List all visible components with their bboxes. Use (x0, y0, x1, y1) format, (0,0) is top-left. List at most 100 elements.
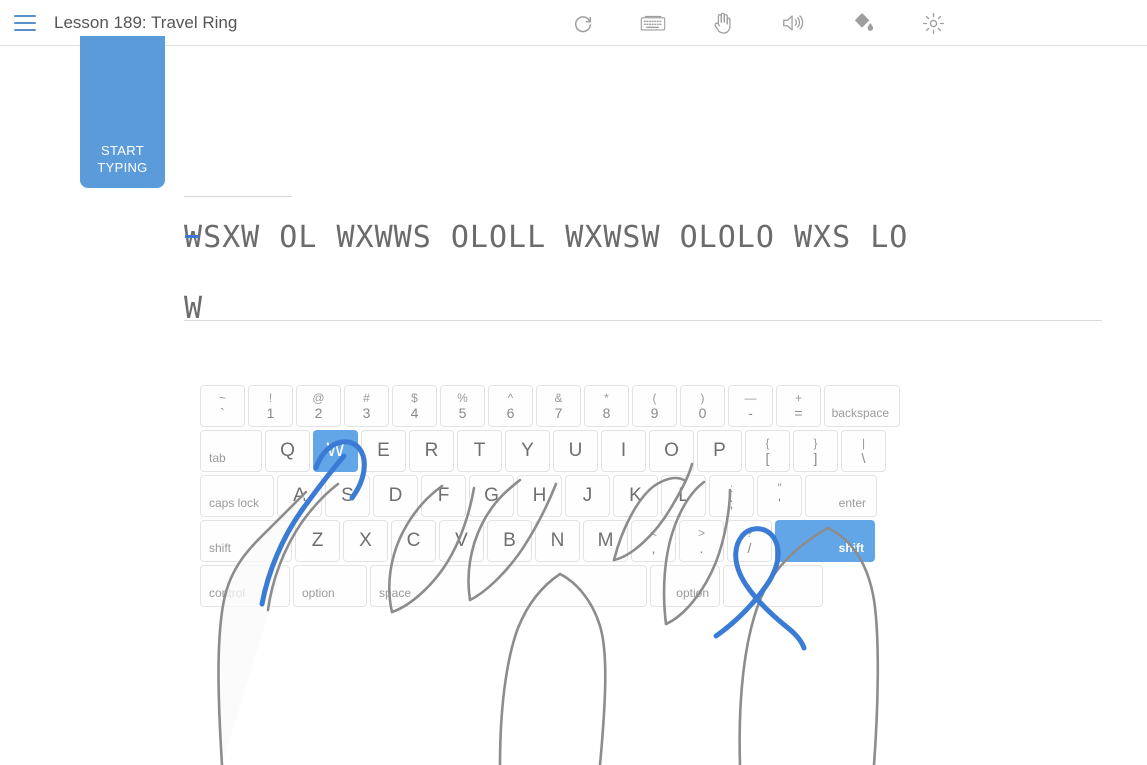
key-backspace[interactable]: backspace (824, 385, 900, 427)
key-y[interactable]: Y (505, 430, 550, 472)
key-label: Y (521, 440, 534, 461)
key-;[interactable]: :; (709, 475, 754, 517)
key-s[interactable]: S (325, 475, 370, 517)
key-v[interactable]: V (439, 520, 484, 562)
key-label: shift (209, 541, 232, 555)
key-1[interactable]: ! 1 (248, 385, 293, 427)
key-shift-label: + (794, 391, 802, 405)
key-o[interactable]: O (649, 430, 694, 472)
gear-icon[interactable] (898, 0, 968, 46)
key-r[interactable]: R (409, 430, 454, 472)
key-shift[interactable]: shift (775, 520, 875, 562)
key-u[interactable]: U (553, 430, 598, 472)
key-shift-label: & (554, 391, 563, 405)
key-b[interactable]: B (487, 520, 532, 562)
key-g[interactable]: G (469, 475, 514, 517)
key-label: D (388, 485, 403, 506)
key-label: U (568, 440, 583, 461)
key-enter[interactable]: enter (805, 475, 877, 517)
key-base-label: ; (729, 495, 734, 511)
key-base-label: [ (765, 450, 770, 466)
modifier-row: control option space option (200, 565, 858, 607)
key-tab[interactable]: tab (200, 430, 262, 472)
key-l[interactable]: L (661, 475, 706, 517)
key-j[interactable]: J (565, 475, 610, 517)
key-option[interactable]: option (293, 565, 367, 607)
key-c[interactable]: C (391, 520, 436, 562)
text-top-divider (184, 196, 292, 197)
key-\[interactable]: | \ (841, 430, 886, 472)
virtual-keyboard[interactable]: ~ `! 1 @2 #3 $4% 5 ^ 6 & 7 * 8(9) 0— - + = backspace tab Q W… (200, 385, 900, 610)
key-caps-lock[interactable]: caps lock (200, 475, 274, 517)
key-label: X (359, 530, 372, 551)
key-shift-label: ~ (218, 391, 226, 405)
key-3[interactable]: #3 (344, 385, 389, 427)
key-shift-label: — (744, 391, 757, 405)
key-base-label: 5 (458, 405, 467, 421)
key-f[interactable]: F (421, 475, 466, 517)
key-2[interactable]: @2 (296, 385, 341, 427)
key-5[interactable]: % 5 (440, 385, 485, 427)
key-9[interactable]: (9 (632, 385, 677, 427)
key-label: R (424, 440, 439, 461)
key-a[interactable]: A (277, 475, 322, 517)
key-e[interactable]: E (361, 430, 406, 472)
key-0[interactable]: ) 0 (680, 385, 725, 427)
key-h[interactable]: H (517, 475, 562, 517)
hand-icon[interactable] (688, 0, 758, 46)
key-][interactable]: }] (793, 430, 838, 472)
key-label: Q (280, 440, 295, 461)
hamburger-bar (14, 21, 36, 24)
hamburger-icon[interactable] (14, 14, 36, 31)
key-=[interactable]: + = (776, 385, 821, 427)
key-x[interactable]: X (343, 520, 388, 562)
key-.[interactable]: >. (679, 520, 724, 562)
key-q[interactable]: Q (265, 430, 310, 472)
key-4[interactable]: $4 (392, 385, 437, 427)
key-shift[interactable]: shift (200, 520, 292, 562)
key--[interactable]: — - (728, 385, 773, 427)
app-header: Lesson 189: Travel Ring (0, 0, 1147, 46)
key-8[interactable]: * 8 (584, 385, 629, 427)
text-bottom-divider (184, 320, 1102, 321)
key-k[interactable]: K (613, 475, 658, 517)
key-'[interactable]: " ' (757, 475, 802, 517)
key-blank[interactable] (723, 565, 823, 607)
key-d[interactable]: D (373, 475, 418, 517)
key-base-label: ` (220, 405, 225, 421)
toolbar (548, 0, 968, 46)
key-option[interactable]: option (650, 565, 720, 607)
lesson-text-area[interactable]: WSXW OL WXWWS OLOLL WXWSW OLOLO WXS LO W (184, 196, 1102, 344)
paint-bucket-icon[interactable] (828, 0, 898, 46)
key-6[interactable]: ^ 6 (488, 385, 533, 427)
key-base-label: \ (861, 450, 866, 466)
key-base-label: 9 (650, 405, 659, 421)
key-[[interactable]: {[ (745, 430, 790, 472)
key-,[interactable]: <, (631, 520, 676, 562)
keyboard-icon[interactable] (618, 0, 688, 46)
start-typing-label: START TYPING (97, 142, 147, 176)
key-space[interactable]: space (370, 565, 647, 607)
key-7[interactable]: & 7 (536, 385, 581, 427)
key-label: control (209, 586, 246, 600)
sound-icon[interactable] (758, 0, 828, 46)
key-z[interactable]: Z (295, 520, 340, 562)
key-p[interactable]: P (697, 430, 742, 472)
key-i[interactable]: I (601, 430, 646, 472)
restart-icon[interactable] (548, 0, 618, 46)
key-shift-label: ? (746, 526, 753, 540)
key-`[interactable]: ~ ` (200, 385, 245, 427)
key-m[interactable]: M (583, 520, 628, 562)
key-t[interactable]: T (457, 430, 502, 472)
key-w[interactable]: W (313, 430, 358, 472)
key-/[interactable]: ? / (727, 520, 772, 562)
key-shift-label: ^ (507, 391, 514, 405)
key-label: Z (311, 530, 324, 551)
key-control[interactable]: control (200, 565, 290, 607)
key-shift-label: ) (700, 391, 705, 405)
key-label: C (406, 530, 421, 551)
key-n[interactable]: N (535, 520, 580, 562)
start-typing-button[interactable]: START TYPING (80, 36, 165, 188)
start-typing-line2: TYPING (97, 160, 148, 175)
key-label: option (302, 586, 335, 600)
